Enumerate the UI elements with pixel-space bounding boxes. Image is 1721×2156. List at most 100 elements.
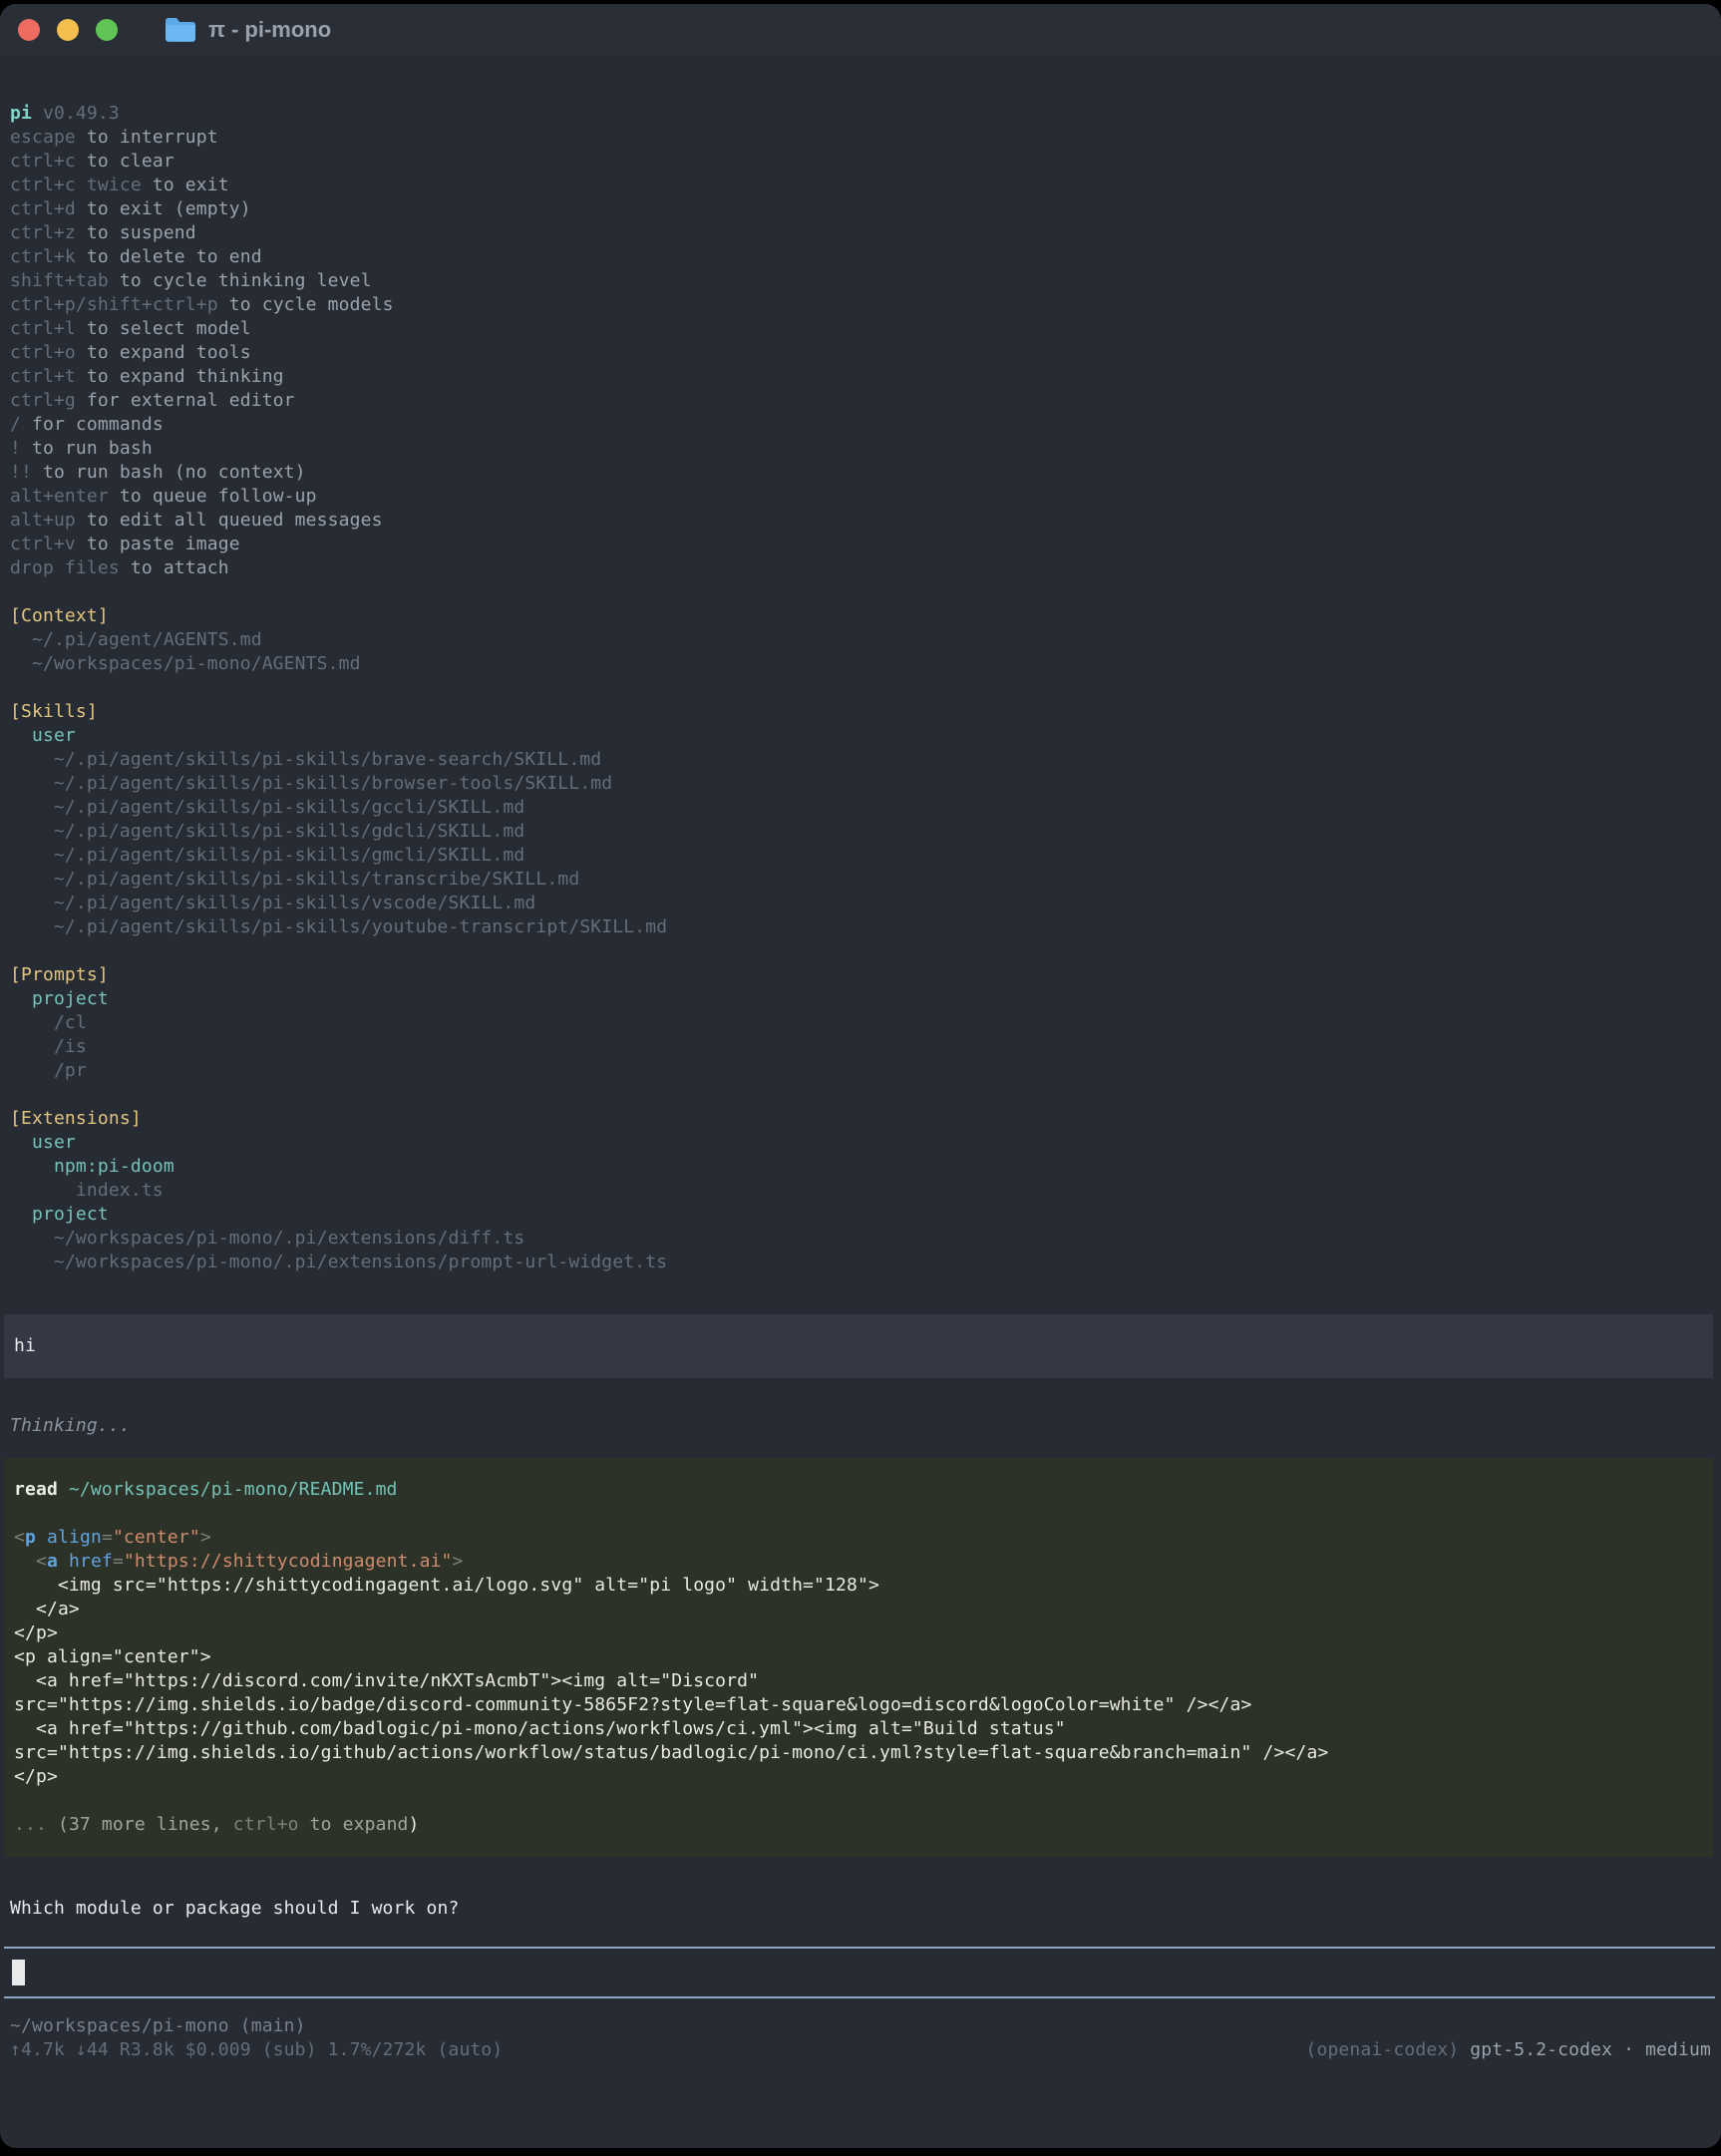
entry-path: /cl — [10, 1012, 87, 1033]
shortcut-line: ctrl+t to expand thinking — [0, 365, 1721, 389]
shortcut-desc: to expand thinking — [76, 366, 284, 387]
shortcut-line: ctrl+c twice to exit — [0, 174, 1721, 197]
shortcut-desc: to expand tools — [76, 342, 251, 363]
section-entry: ~/.pi/agent/skills/pi-skills/gmcli/SKILL… — [0, 844, 1721, 868]
code-token: "https://shittycodingagent.ai" — [124, 1551, 453, 1572]
model-label: gpt-5.2-codex · medium — [1470, 2039, 1711, 2060]
shortcut-line: ctrl+l to select model — [0, 317, 1721, 341]
section-entry: ~/workspaces/pi-mono/AGENTS.md — [0, 652, 1721, 676]
section-entry: ~/.pi/agent/skills/pi-skills/browser-too… — [0, 772, 1721, 796]
shortcut-key: shift+tab — [10, 270, 109, 291]
code-token — [14, 1551, 36, 1572]
code-token: </a> — [14, 1599, 80, 1619]
code-token: = — [113, 1551, 124, 1572]
shortcut-key: ctrl+v — [10, 534, 76, 554]
section-entry: ~/.pi/agent/skills/pi-skills/brave-searc… — [0, 748, 1721, 772]
entry-path: ~/workspaces/pi-mono/AGENTS.md — [10, 653, 361, 674]
shortcut-key: alt+enter — [10, 486, 109, 507]
code-token: <a href="https://discord.com/invite/nKXT… — [14, 1670, 759, 1691]
section-entry: user — [0, 1131, 1721, 1155]
shortcut-line: ctrl+v to paste image — [0, 533, 1721, 556]
shortcut-desc: to delete to end — [76, 246, 262, 267]
shortcut-desc: to exit — [142, 175, 229, 195]
hint-token: ... — [14, 1814, 58, 1835]
code-token: <p align="center"> — [14, 1646, 211, 1667]
shortcut-line: ctrl+o to expand tools — [0, 341, 1721, 365]
tool-call-box: read ~/workspaces/pi-mono/README.md <p a… — [4, 1458, 1713, 1857]
section-entry: user — [0, 724, 1721, 748]
shortcut-key: ctrl+t — [10, 366, 76, 387]
code-token: </p> — [14, 1766, 58, 1787]
section-context: [Context] ~/.pi/agent/AGENTS.md ~/worksp… — [0, 604, 1721, 676]
tool-output-code: <p align="center"> <a href="https://shit… — [4, 1526, 1713, 1789]
hint-token: ctrl+o — [233, 1814, 299, 1835]
shortcut-desc: to cycle models — [218, 294, 394, 315]
input-line[interactable] — [4, 1960, 1715, 1985]
thinking-indicator: Thinking... — [0, 1414, 1721, 1438]
shortcut-line: ctrl+c to clear — [0, 150, 1721, 174]
shortcut-key: ! — [10, 438, 21, 459]
code-line: <a href="https://github.com/badlogic/pi-… — [4, 1717, 1713, 1741]
shortcut-key: drop files — [10, 557, 120, 578]
entry-path: index.ts — [10, 1180, 164, 1201]
section-entry: ~/.pi/agent/skills/pi-skills/youtube-tra… — [0, 915, 1721, 939]
code-token: = — [102, 1527, 113, 1548]
shortcut-line: ctrl+g for external editor — [0, 389, 1721, 413]
shortcut-desc: to edit all queued messages — [76, 510, 383, 531]
model-indicator: (openai-codex) gpt-5.2-codex · medium — [1305, 2038, 1711, 2062]
scope-label: npm:pi-doom — [10, 1156, 174, 1177]
entry-path: ~/.pi/agent/skills/pi-skills/browser-too… — [10, 773, 612, 794]
shortcut-desc: for commands — [21, 414, 164, 435]
code-token: </p> — [14, 1622, 58, 1643]
close-button[interactable] — [18, 19, 40, 41]
prompt-input[interactable] — [4, 1947, 1715, 1998]
code-token: "center" — [113, 1527, 200, 1548]
app-name: pi — [10, 103, 32, 124]
shortcut-desc: to exit (empty) — [76, 198, 251, 219]
code-token: href — [69, 1551, 113, 1572]
shortcut-desc: to suspend — [76, 222, 196, 243]
section-entry: ~/.pi/agent/skills/pi-skills/transcribe/… — [0, 868, 1721, 892]
entry-path: ~/.pi/agent/skills/pi-skills/gccli/SKILL… — [10, 797, 524, 818]
shortcut-line: ctrl+k to delete to end — [0, 245, 1721, 269]
shortcut-key: escape — [10, 127, 76, 148]
section-entry: ~/.pi/agent/AGENTS.md — [0, 628, 1721, 652]
maximize-button[interactable] — [96, 19, 118, 41]
entry-path: /pr — [10, 1060, 87, 1081]
shortcut-key: ctrl+z — [10, 222, 76, 243]
hint-token: ) — [409, 1814, 420, 1835]
shortcut-desc: to select model — [76, 318, 251, 339]
entry-path: ~/.pi/agent/skills/pi-skills/transcribe/… — [10, 869, 579, 890]
shortcut-line: escape to interrupt — [0, 126, 1721, 150]
shortcut-desc: for external editor — [76, 390, 295, 411]
section-prompts: [Prompts] project /cl /is /pr — [0, 963, 1721, 1083]
code-line: </p> — [4, 1621, 1713, 1645]
shortcut-key: ctrl+p/shift+ctrl+p — [10, 294, 218, 315]
shortcut-key: !! — [10, 462, 32, 483]
spacer — [4, 1502, 1713, 1526]
section-entry: /pr — [0, 1059, 1721, 1083]
code-line: </p> — [4, 1765, 1713, 1789]
sections: [Context] ~/.pi/agent/AGENTS.md ~/worksp… — [0, 604, 1721, 1274]
section-extensions: [Extensions] user npm:pi-doom index.ts p… — [0, 1107, 1721, 1274]
scope-label: user — [10, 1132, 76, 1153]
text-cursor — [12, 1960, 25, 1985]
hint-token: to expand — [299, 1814, 409, 1835]
shortcut-line: ctrl+d to exit (empty) — [0, 197, 1721, 221]
shortcut-desc: to attach — [120, 557, 229, 578]
shortcut-line: / for commands — [0, 413, 1721, 437]
entry-path: ~/.pi/agent/skills/pi-skills/vscode/SKIL… — [10, 893, 535, 913]
spacer — [4, 1789, 1713, 1813]
section-entry: ~/workspaces/pi-mono/.pi/extensions/prom… — [0, 1251, 1721, 1274]
entry-path: ~/workspaces/pi-mono/.pi/extensions/prom… — [10, 1252, 667, 1272]
section-entry: ~/.pi/agent/skills/pi-skills/gdcli/SKILL… — [0, 820, 1721, 844]
terminal-window: π - pi-mono pi v0.49.3 escape to interru… — [0, 4, 1721, 2148]
code-token — [58, 1551, 69, 1572]
section-entry: ~/.pi/agent/skills/pi-skills/gccli/SKILL… — [0, 796, 1721, 820]
shortcut-line: ! to run bash — [0, 437, 1721, 461]
app-version-line: pi v0.49.3 — [0, 102, 1721, 126]
code-token: <img src="https://shittycodingagent.ai/l… — [14, 1575, 879, 1596]
section-header: [Prompts] — [0, 963, 1721, 987]
shortcut-key: ctrl+l — [10, 318, 76, 339]
minimize-button[interactable] — [57, 19, 79, 41]
